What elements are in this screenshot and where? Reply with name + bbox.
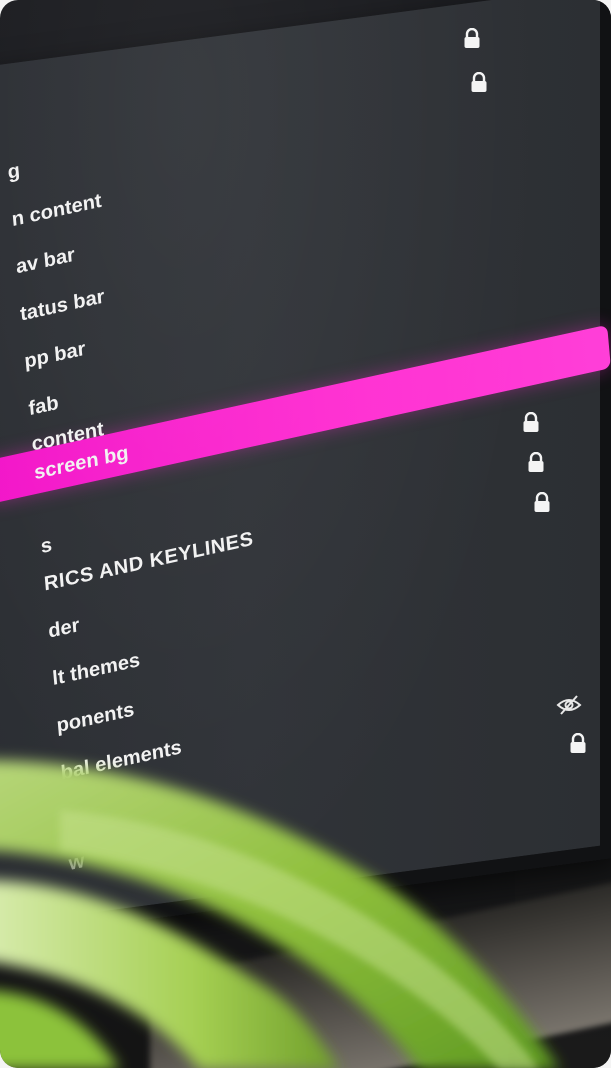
layer-label: av bar	[15, 243, 76, 279]
layer-label: ponents	[55, 698, 136, 738]
layers-panel: g n content av bar tatus bar pp bar fab …	[0, 0, 611, 917]
lock-icon[interactable]	[463, 28, 481, 48]
layer-label: der	[47, 614, 81, 643]
section-label: RICS AND KEYLINES	[43, 527, 255, 596]
photo: g n content av bar tatus bar pp bar fab …	[0, 0, 611, 1068]
layer-label: lt themes	[51, 649, 141, 690]
eye-hidden-icon[interactable]	[556, 694, 582, 716]
layer-item[interactable]: g	[6, 148, 22, 196]
section-header[interactable]: RICS AND KEYLINES	[42, 516, 255, 607]
layer-label: n content	[10, 189, 103, 232]
layer-label: s	[39, 533, 53, 559]
lock-icon[interactable]	[522, 412, 540, 432]
layer-label: g	[6, 159, 21, 184]
layer-item[interactable]: n content	[10, 178, 104, 243]
layer-item[interactable]: der	[46, 602, 81, 654]
lock-icon[interactable]	[533, 492, 551, 512]
monitor-screen: g n content av bar tatus bar pp bar fab …	[0, 0, 611, 944]
layer-label: tatus bar	[19, 285, 106, 326]
layer-label: drawer	[64, 795, 132, 832]
lock-icon[interactable]	[569, 733, 587, 753]
layer-item[interactable]: w	[67, 838, 87, 887]
lock-icon[interactable]	[527, 452, 545, 472]
layer-label: w	[67, 850, 86, 876]
layer-label: screen bg	[33, 441, 130, 485]
lock-icon[interactable]	[470, 72, 488, 92]
layer-label: pp bar	[23, 337, 87, 373]
